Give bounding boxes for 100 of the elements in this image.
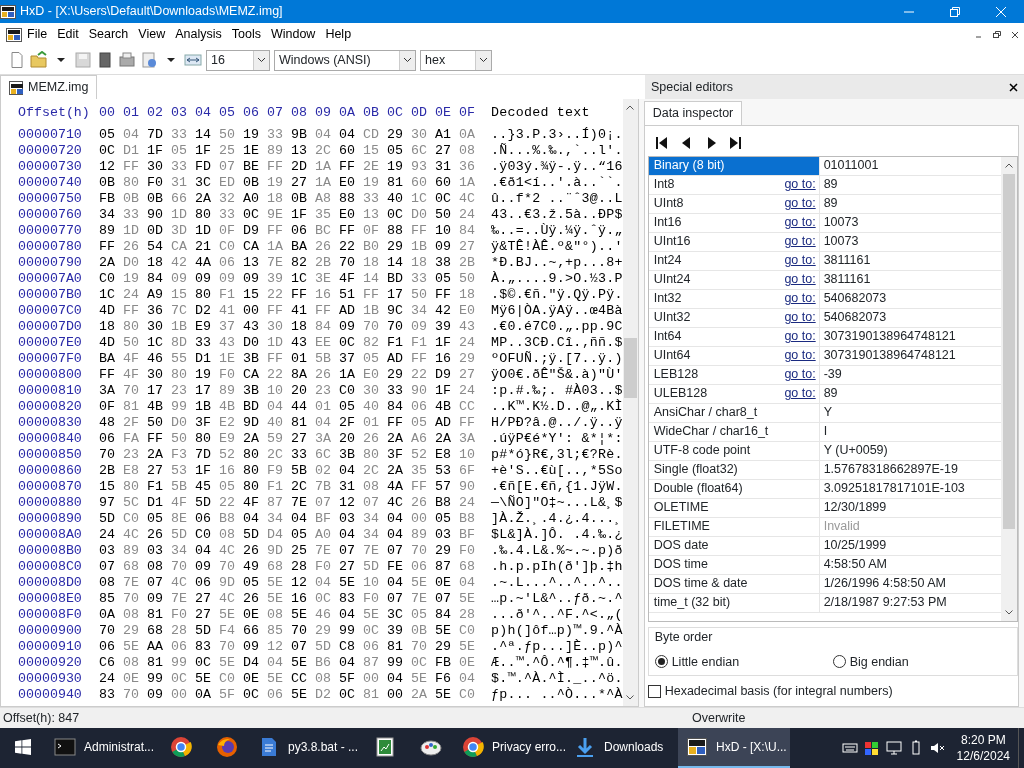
inspector-row[interactable]: UInt8 go to: xyxy=(648,194,820,213)
bytes-per-row-dropdown[interactable]: 16 xyxy=(206,49,270,71)
decoded-text: $L&]À.]Ô. .4.‰.¿ xyxy=(491,527,623,543)
menu-item[interactable]: Help xyxy=(320,23,357,46)
inspector-row-label[interactable]: DOS time & date xyxy=(648,574,820,593)
go-to-link[interactable]: go to: xyxy=(784,213,816,233)
monitor-icon[interactable] xyxy=(885,740,902,756)
offset-base-dropdown[interactable]: hex xyxy=(420,49,492,71)
menu-item[interactable]: Analysis xyxy=(170,23,227,46)
radio-option[interactable]: Little endian xyxy=(654,652,833,672)
inspector-row[interactable]: Int16 go to: xyxy=(648,213,820,232)
menu-item[interactable]: Tools xyxy=(226,23,266,46)
inspector-tab[interactable]: Data inspector xyxy=(643,101,743,125)
hex-bytes: 0A 08 81 F0 27 5E 0E 08 5E 46 04 5E 3C 05 84 28 xyxy=(99,607,476,623)
menu-item[interactable]: Edit xyxy=(52,23,84,46)
checkbox-option[interactable]: Hexadecimal basis (for integral numbers) xyxy=(647,682,1018,701)
inspector-row[interactable]: UInt24 go to: xyxy=(648,270,820,289)
taskbar-button[interactable]: Privacy erro... xyxy=(454,728,566,768)
column-header: 0A xyxy=(339,105,356,121)
go-to-link[interactable]: go to: xyxy=(784,346,816,366)
offset-cell-text: 00000750 xyxy=(18,191,83,207)
value-cell-text: 89 xyxy=(822,385,838,403)
color-icon[interactable] xyxy=(863,740,880,756)
inspector-row-label[interactable]: AnsiChar / char8_t xyxy=(648,403,820,422)
row-label: Int24 xyxy=(653,252,682,270)
inspector-row-label[interactable]: Binary (8 bit) xyxy=(648,156,820,175)
menu-item[interactable]: Window xyxy=(265,23,321,46)
radio-button[interactable] xyxy=(654,655,668,669)
volume-muted-icon[interactable] xyxy=(929,740,946,756)
inspector-row-label[interactable]: DOS date xyxy=(648,536,820,555)
clock-date: 12/6/2024 xyxy=(956,748,1010,765)
checkbox[interactable] xyxy=(647,685,661,699)
clock[interactable]: 8:20 PM 12/6/2024 xyxy=(948,728,1018,768)
taskbar-button[interactable]: HxD - [X:\U... xyxy=(678,728,790,768)
close-button[interactable] xyxy=(1010,29,1020,40)
go-to-link[interactable]: go to: xyxy=(784,308,816,328)
go-to-link[interactable]: go to: xyxy=(784,232,816,252)
inspector-row-label[interactable]: DOS time xyxy=(648,555,820,574)
browser-icon xyxy=(170,736,192,758)
inspector-row-label[interactable]: Single (float32) xyxy=(648,460,820,479)
go-to-link[interactable]: go to: xyxy=(784,384,816,404)
offset-cell-text: 000008F0 xyxy=(18,607,83,623)
inspector-row-label[interactable]: WideChar / char16_t xyxy=(648,422,820,441)
inspector-row[interactable]: LEB128 go to: xyxy=(648,365,820,384)
scrollbar-thumb[interactable] xyxy=(623,338,637,398)
go-to-link[interactable]: go to: xyxy=(784,327,816,347)
inspector-row[interactable]: Int8 go to: xyxy=(648,175,820,194)
go-to-link[interactable]: go to: xyxy=(784,270,816,290)
radio-button[interactable] xyxy=(832,655,846,669)
hex-bytes: 07 68 08 70 09 70 49 68 28 F0 27 5D FE 06 87 68 xyxy=(99,559,476,575)
new-file-icon[interactable] xyxy=(8,51,26,69)
offset-cell-text: 00000780 xyxy=(18,239,83,255)
hex-bytes: 06 5E AA 06 83 70 09 12 07 5D C8 06 81 70 29 5E xyxy=(99,639,476,655)
taskbar-button[interactable]: py3.8.bat - ... xyxy=(250,728,362,768)
go-to-link[interactable]: go to: xyxy=(784,251,816,271)
inspector-row[interactable]: UInt32 go to: xyxy=(648,308,820,327)
inspector-row[interactable]: Int64 go to: xyxy=(648,327,820,346)
inspector-row-label[interactable]: OLETIME xyxy=(648,498,820,517)
offset-cell-text: 00000810 xyxy=(18,383,83,399)
menu-item[interactable]: File xyxy=(22,23,53,46)
offset-cell-text: 00000790 xyxy=(18,255,83,271)
width-icon[interactable] xyxy=(184,51,202,69)
offset-cell-text: 00000710 xyxy=(18,127,83,143)
keyboard-icon[interactable] xyxy=(841,740,858,756)
close-icon[interactable] xyxy=(1009,82,1018,92)
go-to-link[interactable]: go to: xyxy=(784,194,816,214)
open-folder-icon[interactable] xyxy=(30,51,48,69)
taskbar-button[interactable]: Administrat... xyxy=(46,728,158,768)
column-header: Decoded text xyxy=(491,105,590,121)
row-label: UInt32 xyxy=(653,309,691,327)
document-tab[interactable]: MEMZ.img xyxy=(0,75,98,99)
go-to-link[interactable]: go to: xyxy=(784,365,816,385)
decoded-text: ..}3.P.3›..Í)0¡. xyxy=(491,127,623,143)
download-icon xyxy=(574,736,596,758)
column-header: 0D xyxy=(411,105,428,121)
decoded-text: .~.L...^..^..^.. xyxy=(491,575,623,591)
value-cell-text: Y (U+0059) xyxy=(822,442,888,460)
inspector-row[interactable]: UInt64 go to: xyxy=(648,346,820,365)
charset-dropdown[interactable]: Windows (ANSI) xyxy=(274,49,416,71)
decoded-text: ]À.Ž.¸.4.¿.4...¸ xyxy=(491,511,623,527)
menu-item[interactable]: View xyxy=(133,23,171,46)
scrollbar-thumb[interactable] xyxy=(1002,173,1015,529)
inspector-row[interactable]: Int32 go to: xyxy=(648,289,820,308)
hex-bytes: 2B E8 27 53 1F 16 80 F9 5B 02 04 2C 2A 35 53 6F xyxy=(99,463,476,479)
inspector-row[interactable]: Int24 go to: xyxy=(648,251,820,270)
taskbar-button[interactable]: Downloads xyxy=(566,728,678,768)
go-to-link[interactable]: go to: xyxy=(784,175,816,195)
inspector-row-label[interactable]: FILETIME xyxy=(648,517,820,536)
go-to-link[interactable]: go to: xyxy=(784,289,816,309)
printer-icon[interactable] xyxy=(118,51,136,69)
inspector-row-label[interactable]: time_t (32 bit) xyxy=(648,593,820,612)
offset-cell-text: 00000860 xyxy=(18,463,83,479)
radio-option[interactable]: Big endian xyxy=(832,652,1011,672)
restore-button[interactable] xyxy=(992,29,1002,40)
menu-item[interactable]: Search xyxy=(83,23,134,46)
book-icon[interactable] xyxy=(96,51,114,69)
inspector-row[interactable]: ULEB128 go to: xyxy=(648,384,820,403)
inspector-row[interactable]: UInt16 go to: xyxy=(648,232,820,251)
inspector-row-label[interactable]: Double (float64) xyxy=(648,479,820,498)
inspector-row-label[interactable]: UTF-8 code point xyxy=(648,441,820,460)
